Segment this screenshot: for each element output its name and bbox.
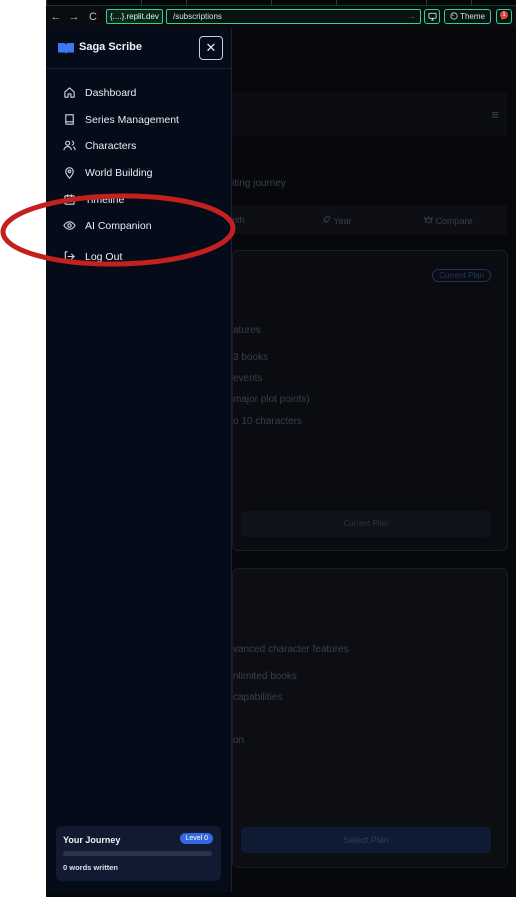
plan-card-current: Current Plan atures 3 books events major… xyxy=(232,250,508,551)
palette-icon xyxy=(450,12,458,20)
sidebar: Saga Scribe ✕ Dashboard Series Managemen… xyxy=(46,28,232,892)
sidebar-item-label: World Building xyxy=(85,167,153,179)
feature-item: o 10 characters xyxy=(233,416,302,427)
journey-progress-bar xyxy=(63,851,212,856)
close-sidebar-button[interactable]: ✕ xyxy=(199,36,223,60)
url-host[interactable]: {....}.replit.dev xyxy=(106,9,163,24)
tab-compare-label: Compare xyxy=(435,216,473,226)
feature-item: events xyxy=(233,373,263,384)
sidebar-item-label: Log Out xyxy=(85,251,123,263)
current-plan-button[interactable]: Current Plan xyxy=(241,511,491,537)
crown-icon xyxy=(424,215,433,223)
monitor-icon xyxy=(427,12,437,21)
journey-title: Your Journey xyxy=(63,835,121,845)
level-badge: Level 0 xyxy=(180,833,213,844)
billing-tabs: nth Year Compare xyxy=(232,206,507,234)
reload-button[interactable]: C xyxy=(86,10,100,24)
app-title: Saga Scribe xyxy=(79,41,142,53)
page-header: ≡ xyxy=(232,92,507,136)
features-heading: atures xyxy=(233,325,261,336)
page-subtitle: iting journey xyxy=(232,178,286,189)
theme-button[interactable]: Theme xyxy=(444,9,491,24)
sidebar-item-label: Dashboard xyxy=(85,87,137,99)
sidebar-item-world-building[interactable]: World Building xyxy=(46,163,232,183)
theme-label: Theme xyxy=(460,12,485,21)
feature-item: major plot points) xyxy=(233,394,310,405)
sidebar-item-label: Timeline xyxy=(85,194,125,206)
browser-frame: ← → C {....}.replit.dev /subscriptions →… xyxy=(46,0,516,897)
feature-item: capabilities xyxy=(233,692,283,703)
users-icon xyxy=(63,140,76,151)
go-icon[interactable]: → xyxy=(408,10,416,23)
sidebar-header: Saga Scribe ✕ xyxy=(46,28,232,69)
words-written: 0 words written xyxy=(63,863,119,872)
calendar-icon xyxy=(64,194,75,205)
notification-badge: 1 xyxy=(500,11,508,19)
feature-item: nlimited books xyxy=(233,671,297,682)
sidebar-item-series-management[interactable]: Series Management xyxy=(46,110,232,130)
sidebar-item-log-out[interactable]: Log Out xyxy=(46,247,232,267)
extensions-button[interactable]: 1 xyxy=(496,9,512,24)
select-plan-button[interactable]: Select Plan xyxy=(241,827,491,853)
sidebar-item-ai-companion[interactable]: AI Companion xyxy=(46,216,232,236)
url-path-input[interactable]: /subscriptions → xyxy=(166,9,421,24)
features-heading: vanced character features xyxy=(233,644,349,655)
sidebar-item-characters[interactable]: Characters xyxy=(46,136,232,156)
preview-button[interactable] xyxy=(424,9,440,24)
address-bar-row: ← → C {....}.replit.dev /subscriptions →… xyxy=(46,6,516,28)
url-path-text: /subscriptions xyxy=(173,12,222,21)
map-pin-icon xyxy=(65,167,74,179)
current-plan-badge: Current Plan xyxy=(432,269,491,282)
open-book-icon xyxy=(58,43,74,54)
eye-icon xyxy=(63,221,76,230)
hamburger-menu-icon[interactable]: ≡ xyxy=(491,107,499,122)
plan-card-upgrade: vanced character features nlimited books… xyxy=(232,568,508,868)
sidebar-item-label: Characters xyxy=(85,140,137,152)
forward-button[interactable]: → xyxy=(67,10,81,24)
tab-month[interactable]: nth xyxy=(232,215,245,225)
back-button[interactable]: ← xyxy=(49,10,63,24)
close-icon: ✕ xyxy=(205,40,217,55)
tab-year[interactable]: Year xyxy=(322,215,352,226)
rocket-icon xyxy=(323,215,331,223)
sidebar-item-label: Series Management xyxy=(85,114,179,126)
sidebar-item-timeline[interactable]: Timeline xyxy=(46,190,232,210)
tab-compare[interactable]: Compare xyxy=(424,215,473,226)
journey-card: Your Journey Level 0 0 words written xyxy=(56,826,221,881)
logout-icon xyxy=(64,251,75,262)
book-icon xyxy=(65,114,74,125)
feature-item: on xyxy=(233,735,245,746)
home-icon xyxy=(64,87,75,98)
sidebar-item-dashboard[interactable]: Dashboard xyxy=(46,83,232,103)
tab-year-label: Year xyxy=(333,216,352,226)
feature-item: 3 books xyxy=(233,352,269,363)
sidebar-item-label: AI Companion xyxy=(85,220,152,232)
